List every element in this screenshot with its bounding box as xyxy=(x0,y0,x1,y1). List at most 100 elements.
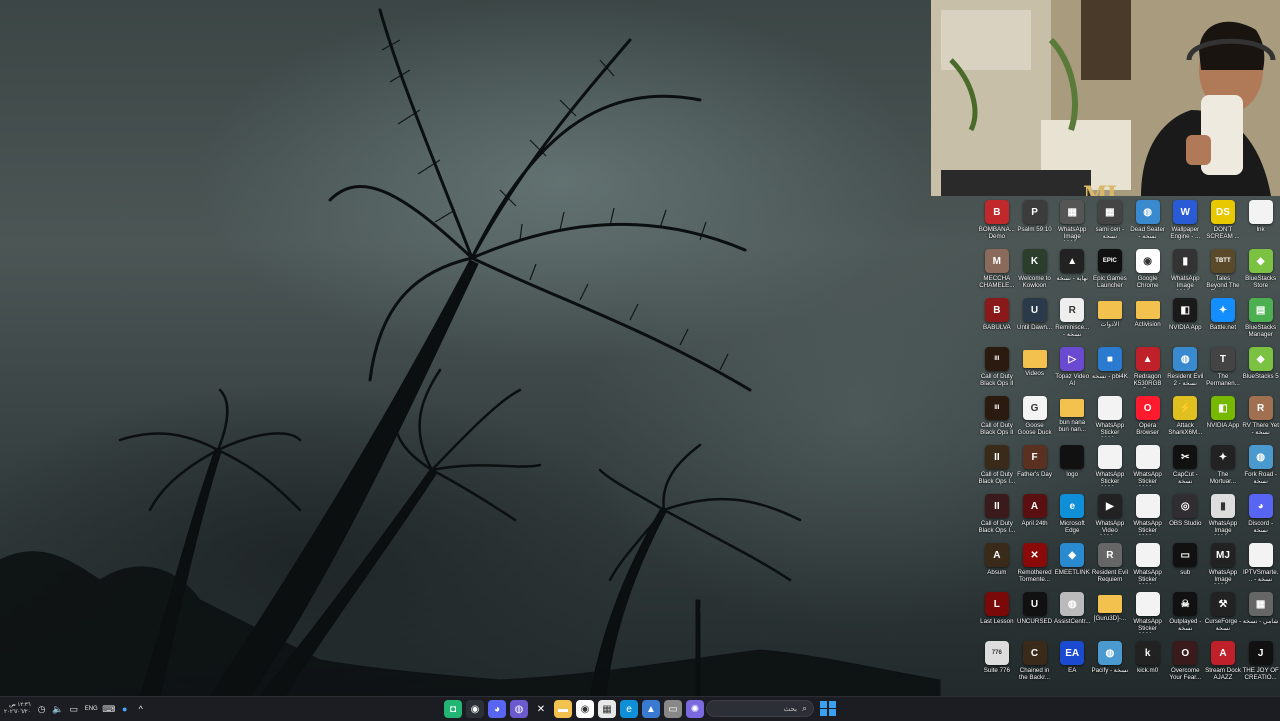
desktop-shortcut[interactable]: ▦ شامي - نسخة xyxy=(1242,590,1280,639)
search-box[interactable]: بحث ⌕ xyxy=(706,700,814,717)
desktop-shortcut[interactable]: II Call of Duty Black Ops I... xyxy=(978,443,1016,492)
desktop-shortcut[interactable]: TBTT Tales Beyond The Tomb -... xyxy=(1204,247,1242,296)
desktop-shortcut[interactable]: ◉ Google Chrome xyxy=(1129,247,1167,296)
desktop-shortcut[interactable]: WhatsApp Sticker 2026... xyxy=(1129,541,1167,590)
desktop-shortcut[interactable]: ▷ Topaz Video AI xyxy=(1053,345,1091,394)
desktop-shortcut[interactable]: ✦ The Mortuar... xyxy=(1204,443,1242,492)
window-icon[interactable]: ▭ xyxy=(664,700,682,718)
desktop-shortcut[interactable]: ▮ WhatsApp Image 2026... xyxy=(1166,247,1204,296)
desktop-shortcut[interactable]: U UNCURSED xyxy=(1016,590,1054,639)
discord-taskbar-icon[interactable]: ◕ xyxy=(488,700,506,718)
desktop-shortcut[interactable]: ▦ WhatsApp Image 2026... xyxy=(1053,198,1091,247)
app-blue-icon[interactable]: ◍ xyxy=(510,700,528,718)
desktop-shortcut[interactable]: L Last Lesson xyxy=(978,590,1016,639)
desktop-shortcut[interactable]: R Reminisce... - نسخة xyxy=(1053,296,1091,345)
desktop-shortcut[interactable]: R Resident Evil Requiem xyxy=(1091,541,1129,590)
desktop-shortcut[interactable]: O Overcome Your Fear... xyxy=(1166,639,1204,688)
desktop-shortcut[interactable]: ◧ NVIDIA App xyxy=(1204,394,1242,443)
store-icon[interactable]: ▦ xyxy=(598,700,616,718)
desktop-shortcut[interactable]: MJ WhatsApp Image 2026... xyxy=(1204,541,1242,590)
desktop-shortcut[interactable]: ◆ BlueStacks 5 xyxy=(1242,345,1280,394)
show-hidden-icons-chevron-icon[interactable]: ^ xyxy=(136,704,146,714)
language-indicator[interactable]: ENG xyxy=(85,706,98,712)
desktop-shortcut[interactable]: ◍ Dead Seater - نسخة xyxy=(1129,198,1167,247)
desktop-shortcut[interactable]: G Goose Goose Duck xyxy=(1016,394,1054,443)
desktop-shortcut[interactable]: ⚒ CurseForge - نسخة xyxy=(1204,590,1242,639)
desktop-shortcut[interactable]: Activision xyxy=(1129,296,1167,345)
desktop-shortcut[interactable]: R RV There Yet - نسخة xyxy=(1242,394,1280,443)
desktop-shortcut[interactable]: ▲ نهاية - نسخة xyxy=(1053,247,1091,296)
desktop-shortcut[interactable]: ▦ sami cen - نسخة xyxy=(1091,198,1129,247)
desktop-shortcut[interactable]: ✦ Battle.net xyxy=(1204,296,1242,345)
desktop-shortcut[interactable]: ◍ AssistCentr... xyxy=(1053,590,1091,639)
desktop-shortcut[interactable]: A Stream Dock AJAZZ xyxy=(1204,639,1242,688)
desktop-shortcut[interactable]: B BABULVA xyxy=(978,296,1016,345)
photos-icon[interactable]: ▲ xyxy=(642,700,660,718)
edge-taskbar-icon[interactable]: e xyxy=(620,700,638,718)
desktop-shortcut[interactable]: T The Permanen... xyxy=(1204,345,1242,394)
copilot-icon[interactable]: ✺ xyxy=(686,700,704,718)
desktop-shortcut[interactable]: DS DON'T SCREAM ... xyxy=(1204,198,1242,247)
desktop-shortcut[interactable]: IPTVSmarte... - نسخة xyxy=(1242,541,1280,590)
folder-taskbar-icon[interactable]: ▬ xyxy=(554,700,572,718)
desktop-shortcut[interactable]: O Opera Browser xyxy=(1129,394,1167,443)
desktop-shortcut[interactable]: ▶ WhatsApp Video 2026-... xyxy=(1091,492,1129,541)
microphone-icon[interactable]: ● xyxy=(120,704,130,714)
desktop-shortcut[interactable]: B BOMBANA... Demo xyxy=(978,198,1016,247)
desktop-shortcut[interactable]: P Psalm 59:10 xyxy=(1016,198,1054,247)
desktop-shortcut[interactable]: ▤ BlueStacks Manager xyxy=(1242,296,1280,345)
desktop-shortcut[interactable]: EA EA xyxy=(1053,639,1091,688)
desktop-shortcut[interactable]: ⚡ Attack SharkX6M... xyxy=(1166,394,1204,443)
app-dark-icon[interactable]: ✕ xyxy=(532,700,550,718)
desktop-shortcut[interactable]: WhatsApp Sticker 2026... xyxy=(1129,590,1167,639)
desktop-shortcut[interactable]: WhatsApp Sticker 2026... xyxy=(1091,394,1129,443)
desktop-shortcut[interactable]: M MECCHA CHAMELE... xyxy=(978,247,1016,296)
desktop-shortcut[interactable]: ◍ Pacify - نسخة xyxy=(1091,639,1129,688)
chrome-taskbar-icon-2[interactable]: ◉ xyxy=(576,700,594,718)
desktop-shortcut[interactable]: الأدوات xyxy=(1091,296,1129,345)
desktop-shortcut[interactable]: ◍ Fork Road - نسخة xyxy=(1242,443,1280,492)
desktop-shortcut[interactable]: ■ نسخة - pbi4K xyxy=(1091,345,1129,394)
desktop-shortcut[interactable]: ☠ Outplayed - نسخة xyxy=(1166,590,1204,639)
desktop-shortcut[interactable]: ▮ WhatsApp Image 2026... xyxy=(1204,492,1242,541)
desktop-shortcut[interactable]: e Microsoft Edge xyxy=(1053,492,1091,541)
desktop-shortcut[interactable]: J THE JOY OF CREATIO... xyxy=(1242,639,1280,688)
desktop-shortcut[interactable]: F Father's Day xyxy=(1016,443,1054,492)
desktop-shortcut[interactable]: III Call of Duty Black Ops II xyxy=(978,345,1016,394)
desktop-shortcut[interactable]: bun nana bun nan... xyxy=(1053,394,1091,443)
desktop-shortcut[interactable]: K Welcome to Kowloon xyxy=(1016,247,1054,296)
desktop-shortcut[interactable]: ◆ BlueStacks Store xyxy=(1242,247,1280,296)
desktop-shortcut[interactable]: k kick.m0 xyxy=(1129,639,1167,688)
keyboard-icon[interactable]: ⌨ xyxy=(102,704,115,714)
desktop-shortcut[interactable]: Videos xyxy=(1016,345,1054,394)
desktop-shortcut[interactable]: III Call of Duty Black Ops II xyxy=(978,394,1016,443)
desktop-shortcut[interactable]: U Until Dawn... xyxy=(1016,296,1054,345)
desktop-shortcut[interactable]: ▲ Redragon K530RGB Pro xyxy=(1129,345,1167,394)
volume-icon[interactable]: 🔈 xyxy=(52,704,63,714)
start-button[interactable] xyxy=(820,700,836,717)
desktop-shortcut[interactable]: EPIC Epic Games Launcher xyxy=(1091,247,1129,296)
desktop-shortcut[interactable]: A April 24th xyxy=(1016,492,1054,541)
desktop-shortcut[interactable]: A Absum xyxy=(978,541,1016,590)
desktop-shortcut[interactable]: ◆ EMEETLINK xyxy=(1053,541,1091,590)
desktop-shortcut[interactable]: WhatsApp Sticker 2026... xyxy=(1091,443,1129,492)
desktop-shortcut[interactable]: C Chained in the Backr... xyxy=(1016,639,1054,688)
desktop-shortcut[interactable]: W Wallpaper Engine - ... xyxy=(1166,198,1204,247)
network-icon[interactable]: ▭ xyxy=(69,704,79,714)
desktop-shortcut[interactable]: WhatsApp Sticker 2026... xyxy=(1129,492,1167,541)
chrome-taskbar-icon[interactable]: ◉ xyxy=(466,700,484,718)
clock[interactable]: ١٢:٣٦ ص ٢٠٢٦/٠٦/٢٠ xyxy=(4,702,31,716)
desktop-shortcut[interactable]: ◧ NVIDIA App xyxy=(1166,296,1204,345)
desktop-shortcut[interactable]: ◕ Discord - نسخة xyxy=(1242,492,1280,541)
desktop-shortcut[interactable]: lnk xyxy=(1242,198,1280,247)
desktop-shortcut[interactable]: ◍ Resident Evil 2 - نسخة xyxy=(1166,345,1204,394)
desktop-shortcut[interactable]: II Call of Duty Black Ops I... xyxy=(978,492,1016,541)
desktop-shortcut[interactable]: 776 Suite 776 xyxy=(978,639,1016,688)
desktop-shortcut[interactable]: ◎ OBS Studio xyxy=(1166,492,1204,541)
app-green-icon[interactable]: ◘ xyxy=(444,700,462,718)
desktop-shortcut[interactable]: ✕ Remothered Tormente... xyxy=(1016,541,1054,590)
notification-icon[interactable]: ◷ xyxy=(37,704,47,714)
desktop-shortcut[interactable]: ▭ sub xyxy=(1166,541,1204,590)
desktop-shortcut[interactable]: [Guru3D]-... xyxy=(1091,590,1129,639)
desktop-shortcut[interactable]: ✂ CapCut - نسخة xyxy=(1166,443,1204,492)
